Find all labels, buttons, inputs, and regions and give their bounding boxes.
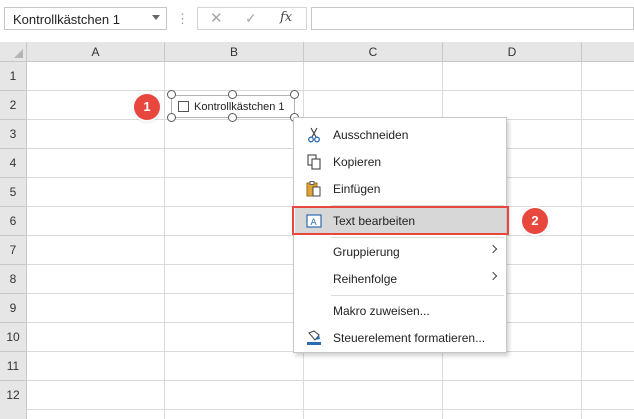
- chevron-right-icon: [488, 244, 498, 254]
- row-header-12[interactable]: 12: [0, 381, 27, 419]
- menu-item-cut[interactable]: Ausschneiden: [295, 122, 506, 148]
- context-menu: Ausschneiden Kopieren Einfügen A Text be…: [293, 117, 507, 353]
- resize-handle-top[interactable]: [228, 90, 237, 99]
- row-header-5[interactable]: 5: [0, 178, 27, 207]
- formula-bar-grip-icon: ⋮: [176, 11, 189, 26]
- menu-item-label: Ausschneiden: [333, 128, 409, 142]
- grid-line: [581, 62, 582, 419]
- row-header-7[interactable]: 7: [0, 236, 27, 265]
- name-box[interactable]: Kontrollkästchen 1: [4, 7, 167, 30]
- select-all-corner[interactable]: [0, 42, 27, 62]
- resize-handle-bottom-left[interactable]: [167, 113, 176, 122]
- formula-bar: Kontrollkästchen 1 ⋮ ✕ ✓ fx: [0, 0, 634, 42]
- copy-icon: [307, 154, 321, 170]
- step-badge-2: 2: [522, 208, 548, 234]
- formula-input[interactable]: [311, 7, 634, 30]
- menu-item-label: Kopieren: [333, 155, 382, 169]
- cancel-icon[interactable]: ✕: [210, 9, 223, 27]
- chevron-right-icon: [488, 271, 498, 281]
- format-control-icon: [307, 330, 321, 345]
- grid-line: [27, 90, 634, 91]
- row-header-4[interactable]: 4: [0, 149, 27, 178]
- chevron-down-icon[interactable]: [152, 15, 160, 20]
- checkbox-label: Kontrollkästchen 1: [194, 101, 285, 113]
- grid-line: [164, 62, 165, 419]
- menu-item-label: Reihenfolge: [333, 272, 398, 286]
- resize-handle-bottom[interactable]: [228, 113, 237, 122]
- row-header-2[interactable]: 2: [0, 91, 27, 120]
- scissors-icon: [308, 127, 320, 143]
- menu-item-paste[interactable]: Einfügen: [295, 176, 506, 202]
- enter-icon[interactable]: ✓: [245, 10, 257, 27]
- row-header-10[interactable]: 10: [0, 323, 27, 352]
- row-header-6[interactable]: 6: [0, 207, 27, 236]
- row-header-1[interactable]: 1: [0, 62, 27, 91]
- menu-item-format-control[interactable]: Steuerelement formatieren...: [295, 325, 506, 351]
- select-all-triangle-icon: [14, 49, 23, 58]
- grid-line: [27, 409, 634, 410]
- menu-item-label: Steuerelement formatieren...: [333, 331, 486, 345]
- grid-line: [27, 380, 634, 381]
- column-header-a[interactable]: A: [27, 42, 165, 62]
- row-header-11[interactable]: 11: [0, 352, 27, 381]
- menu-item-order[interactable]: Reihenfolge: [295, 266, 506, 292]
- resize-handle-top-right[interactable]: [290, 90, 299, 99]
- menu-item-label: Einfügen: [333, 182, 381, 196]
- column-header-b[interactable]: B: [165, 42, 304, 62]
- row-header-9[interactable]: 9: [0, 294, 27, 323]
- paste-icon: [306, 181, 321, 197]
- menu-item-assign-macro[interactable]: Makro zuweisen...: [295, 298, 506, 324]
- formula-bar-buttons: ✕ ✓ fx: [197, 7, 307, 30]
- menu-item-grouping[interactable]: Gruppierung: [295, 239, 506, 265]
- column-header-c[interactable]: C: [304, 42, 443, 62]
- menu-item-label: Makro zuweisen...: [333, 304, 430, 318]
- name-box-value: Kontrollkästchen 1: [13, 12, 120, 27]
- step-badge-1: 1: [134, 94, 160, 120]
- row-header-8[interactable]: 8: [0, 265, 27, 294]
- highlight-frame: [292, 206, 509, 235]
- menu-item-label: Gruppierung: [333, 245, 400, 259]
- menu-separator: [331, 237, 504, 238]
- row-header-3[interactable]: 3: [0, 120, 27, 149]
- insert-function-icon[interactable]: fx: [280, 10, 292, 25]
- menu-item-copy[interactable]: Kopieren: [295, 149, 506, 175]
- resize-handle-top-left[interactable]: [167, 90, 176, 99]
- column-header-e[interactable]: [582, 42, 634, 62]
- menu-separator: [331, 295, 504, 296]
- checkbox-square[interactable]: [178, 101, 189, 112]
- column-header-d[interactable]: D: [443, 42, 582, 62]
